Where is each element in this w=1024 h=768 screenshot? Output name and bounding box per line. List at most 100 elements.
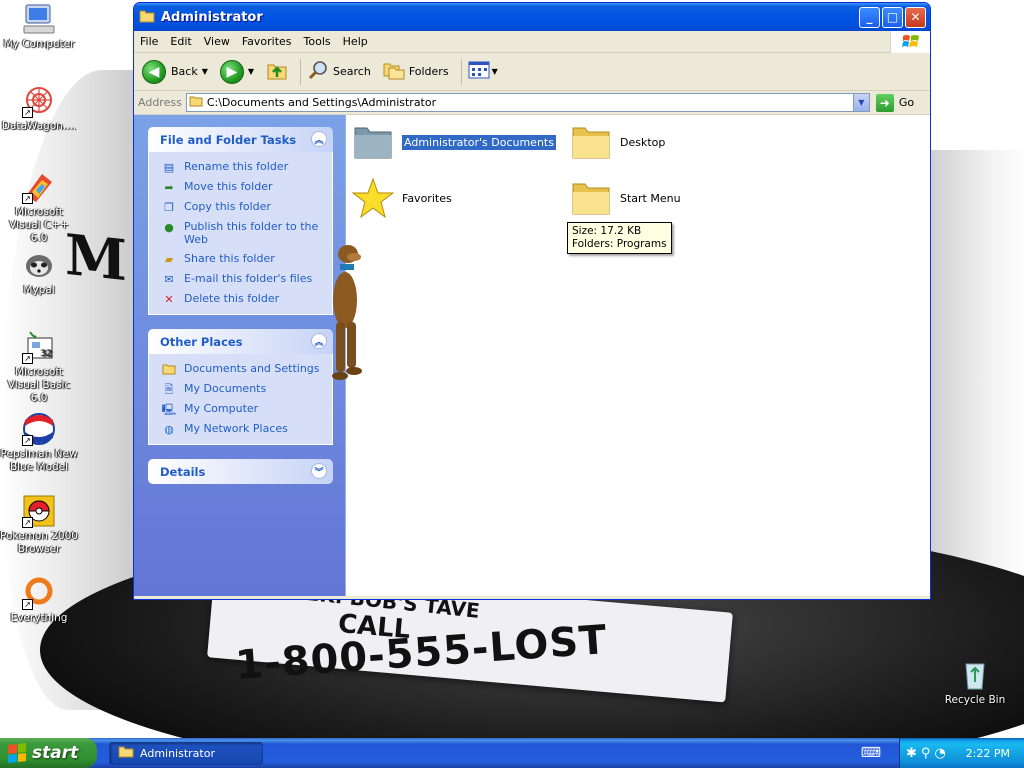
tooltip-size: Size: 17.2 KB <box>572 225 642 237</box>
menu-edit[interactable]: Edit <box>164 35 197 48</box>
file-item-start-menu[interactable]: Start Menu <box>570 177 681 219</box>
desktop-icon-pokemon[interactable]: ↗ Pokemon 2000 Browser <box>0 494 78 556</box>
panel-title: File and Folder Tasks <box>160 132 297 147</box>
search-label: Search <box>333 65 371 78</box>
visual-basic-icon: 32 ↗ <box>22 330 56 364</box>
back-arrow-icon: ◀ <box>142 59 166 84</box>
collapse-chevron-up-icon[interactable]: ︽ <box>311 131 327 147</box>
tray-network-icon[interactable]: ◔ <box>934 746 945 761</box>
start-button[interactable]: start <box>0 738 97 768</box>
back-label: Back <box>171 65 198 78</box>
place-my-documents[interactable]: 🗎 My Documents <box>161 382 326 396</box>
desktop-icon-pepsiman[interactable]: ↗ Pepsiman New Blue Model <box>0 412 78 474</box>
clock[interactable]: 2:22 PM <box>966 747 1010 760</box>
views-button[interactable]: ▼ <box>468 60 504 83</box>
panel-header[interactable]: Other Places ︽ <box>148 329 333 354</box>
pepsi-icon: ↗ <box>22 412 56 446</box>
desktop-pet-dog[interactable] <box>320 240 370 386</box>
my-documents-folder-icon <box>352 121 394 163</box>
svg-text:32: 32 <box>41 349 52 359</box>
up-folder-button[interactable] <box>266 59 288 84</box>
folders-label: Folders <box>408 65 449 78</box>
desktop-icon-label: Microsoft Visual Basic 6.0 <box>7 366 71 404</box>
task-label: Publish this folder to the Web <box>184 220 319 246</box>
go-arrow-icon: ➜ <box>875 93 894 112</box>
minimize-button[interactable]: _ <box>859 6 880 28</box>
place-my-computer[interactable]: 🖳 My Computer <box>161 402 326 416</box>
close-button[interactable]: ✕ <box>905 6 926 28</box>
task-share-folder[interactable]: ▰ Share this folder <box>161 252 326 266</box>
panel-title: Other Places <box>160 334 243 349</box>
panel-header[interactable]: File and Folder Tasks ︽ <box>148 127 333 152</box>
search-button[interactable]: Search <box>307 59 371 84</box>
minimize-icon: _ <box>866 10 873 24</box>
email-icon: ✉ <box>164 272 174 286</box>
desktop-icon-label: Pepsiman New Blue Model <box>0 448 78 473</box>
task-pane: File and Folder Tasks ︽ ▤ Rename this fol… <box>134 115 346 596</box>
desktop-icon-visual-cpp[interactable]: ↗ Microsoft Visual C++ 6.0 <box>0 170 78 245</box>
desktop-icon-mypal[interactable]: Mypal <box>0 248 78 297</box>
desktop-icon-recycle-bin[interactable]: Recycle Bin <box>936 658 1014 707</box>
file-item-desktop[interactable]: Desktop <box>570 121 665 163</box>
task-label: E-mail this folder's files <box>184 272 313 285</box>
shortcut-arrow-icon: ↗ <box>22 193 33 204</box>
expand-chevron-down-icon[interactable]: ︾ <box>311 463 327 479</box>
globe-icon: ● <box>164 220 174 234</box>
shortcut-arrow-icon: ↗ <box>22 517 33 528</box>
task-label: Rename this folder <box>184 160 289 173</box>
menu-view[interactable]: View <box>198 35 236 48</box>
file-item-favorites[interactable]: Favorites <box>352 177 452 219</box>
move-icon: ➦ <box>164 180 174 194</box>
chevron-down-icon[interactable]: ▼ <box>248 67 254 76</box>
shortcut-arrow-icon: ↗ <box>22 599 33 610</box>
chevron-down-icon[interactable]: ▼ <box>492 67 498 76</box>
file-folder-tasks-panel: File and Folder Tasks ︽ ▤ Rename this fol… <box>148 127 333 315</box>
forward-button[interactable]: ▶ ▼ <box>219 59 260 84</box>
desktop-icon-label: Mypal <box>23 284 55 296</box>
tray-app-icon[interactable]: ✱ <box>906 746 917 761</box>
task-copy-folder[interactable]: ❐ Copy this folder <box>161 200 326 214</box>
desktop-icon-everything[interactable]: ↗ Everything <box>0 576 78 625</box>
file-item-administrators-documents[interactable]: Administrator's Documents <box>352 121 557 163</box>
task-publish-folder[interactable]: ● Publish this folder to the Web <box>161 220 326 246</box>
copy-icon: ❐ <box>164 200 174 214</box>
shortcut-arrow-icon: ↗ <box>22 353 33 364</box>
go-button[interactable]: ➜ Go <box>875 93 914 112</box>
explorer-window[interactable]: Administrator _ □ ✕ File Edit View Favor… <box>133 2 931 600</box>
task-rename-folder[interactable]: ▤ Rename this folder <box>161 160 326 174</box>
search-icon <box>307 59 329 84</box>
folder-icon <box>118 745 134 761</box>
taskbar-button-administrator[interactable]: Administrator <box>109 741 263 765</box>
visual-cpp-icon: ↗ <box>22 170 56 204</box>
address-input[interactable]: C:\Documents and Settings\Administrator … <box>185 93 870 112</box>
menu-file[interactable]: File <box>134 35 164 48</box>
chevron-down-icon: ▼ <box>858 98 865 107</box>
menu-favorites[interactable]: Favorites <box>236 35 298 48</box>
tray-search-icon[interactable]: ⚲ <box>921 746 931 761</box>
folder-icon <box>161 362 177 376</box>
delete-x-icon: ✕ <box>164 292 174 306</box>
place-my-network-places[interactable]: ◍ My Network Places <box>161 422 326 436</box>
panel-header[interactable]: Details ︾ <box>148 459 333 484</box>
chevron-down-icon[interactable]: ▼ <box>202 67 208 76</box>
toolbar-separator <box>460 58 462 85</box>
desktop-icon-my-computer[interactable]: My Computer <box>0 2 78 51</box>
task-email-files[interactable]: ✉ E-mail this folder's files <box>161 272 326 286</box>
place-label: My Documents <box>184 382 267 395</box>
place-documents-and-settings[interactable]: Documents and Settings <box>161 362 326 376</box>
desktop-icon-datawagon[interactable]: ↗ DataWagon.... <box>0 84 78 133</box>
task-move-folder[interactable]: ➦ Move this folder <box>161 180 326 194</box>
desktop-icon-visual-basic[interactable]: 32 ↗ Microsoft Visual Basic 6.0 <box>0 330 78 405</box>
back-button[interactable]: ◀ Back ▼ <box>142 59 214 84</box>
menu-help[interactable]: Help <box>337 35 374 48</box>
file-view[interactable]: Administrator's Documents Desktop Favori… <box>346 115 930 596</box>
task-delete-folder[interactable]: ✕ Delete this folder <box>161 292 326 306</box>
folders-button[interactable]: Folders <box>383 60 449 83</box>
keyboard-icon[interactable]: ⌨ <box>861 745 881 761</box>
folders-icon <box>383 60 405 83</box>
window-title-bar[interactable]: Administrator _ □ ✕ <box>134 3 930 31</box>
address-value: C:\Documents and Settings\Administrator <box>206 96 437 109</box>
menu-tools[interactable]: Tools <box>298 35 337 48</box>
address-dropdown-button[interactable]: ▼ <box>852 94 869 111</box>
maximize-button[interactable]: □ <box>882 6 903 28</box>
